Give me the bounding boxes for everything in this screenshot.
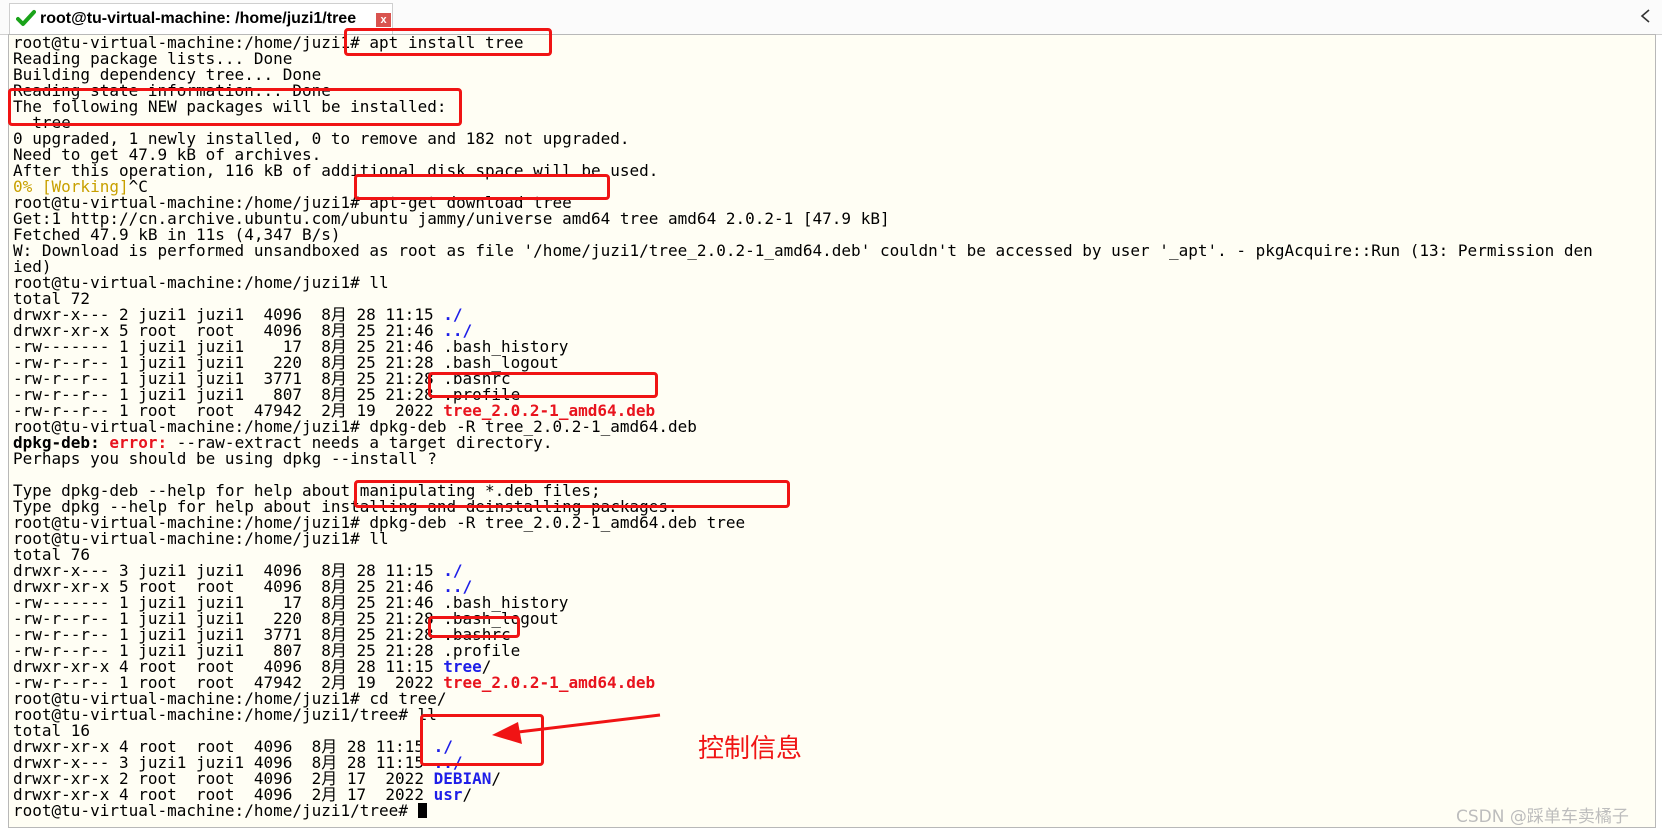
terminal-line: root@tu-virtual-machine:/home/juzi1# ll [13, 531, 1593, 547]
tab-title: root@tu-virtual-machine: /home/juzi1/tre… [40, 10, 357, 27]
terminal-segment: W: Download is performed unsandboxed as … [13, 241, 1593, 260]
terminal-segment: root@tu-virtual-machine:/home/juzi1/tree… [13, 801, 418, 820]
check-icon [16, 10, 36, 26]
terminal-line: After this operation, 116 kB of addition… [13, 163, 1593, 179]
watermark: CSDN @踩单车卖橘子 [1456, 807, 1629, 827]
terminal-tab[interactable]: root@tu-virtual-machine: /home/juzi1/tre… [9, 3, 393, 34]
terminal-segment: tree_2.0.2-1_amd64.deb [443, 673, 656, 692]
terminal-line: W: Download is performed unsandboxed as … [13, 243, 1593, 259]
tab-close-button[interactable]: x [376, 13, 391, 27]
annotation-label: 控制信息 [698, 734, 803, 764]
terminal-segment: / [491, 769, 502, 788]
terminal-segment: / [462, 785, 473, 804]
terminal-line: root@tu-virtual-machine:/home/juzi1/tree… [13, 707, 1593, 723]
terminal-segment: The following NEW packages will be insta… [13, 97, 447, 116]
terminal-line: Perhaps you should be using dpkg --insta… [13, 451, 1593, 467]
terminal-line: The following NEW packages will be insta… [13, 99, 1593, 115]
terminal-line: root@tu-virtual-machine:/home/juzi1/tree… [13, 803, 1593, 819]
terminal-output: root@tu-virtual-machine:/home/juzi1# apt… [13, 35, 1593, 819]
terminal-cursor [417, 803, 427, 818]
tab-bar: root@tu-virtual-machine: /home/juzi1/tre… [0, 0, 1662, 35]
chevron-left-icon[interactable] [1636, 6, 1656, 26]
terminal-window[interactable]: root@tu-virtual-machine:/home/juzi1# apt… [8, 34, 1656, 828]
terminal-segment: usr [433, 785, 463, 804]
terminal-line: root@tu-virtual-machine:/home/juzi1# ll [13, 275, 1593, 291]
terminal-segment: Perhaps you should be using dpkg --insta… [13, 449, 437, 468]
